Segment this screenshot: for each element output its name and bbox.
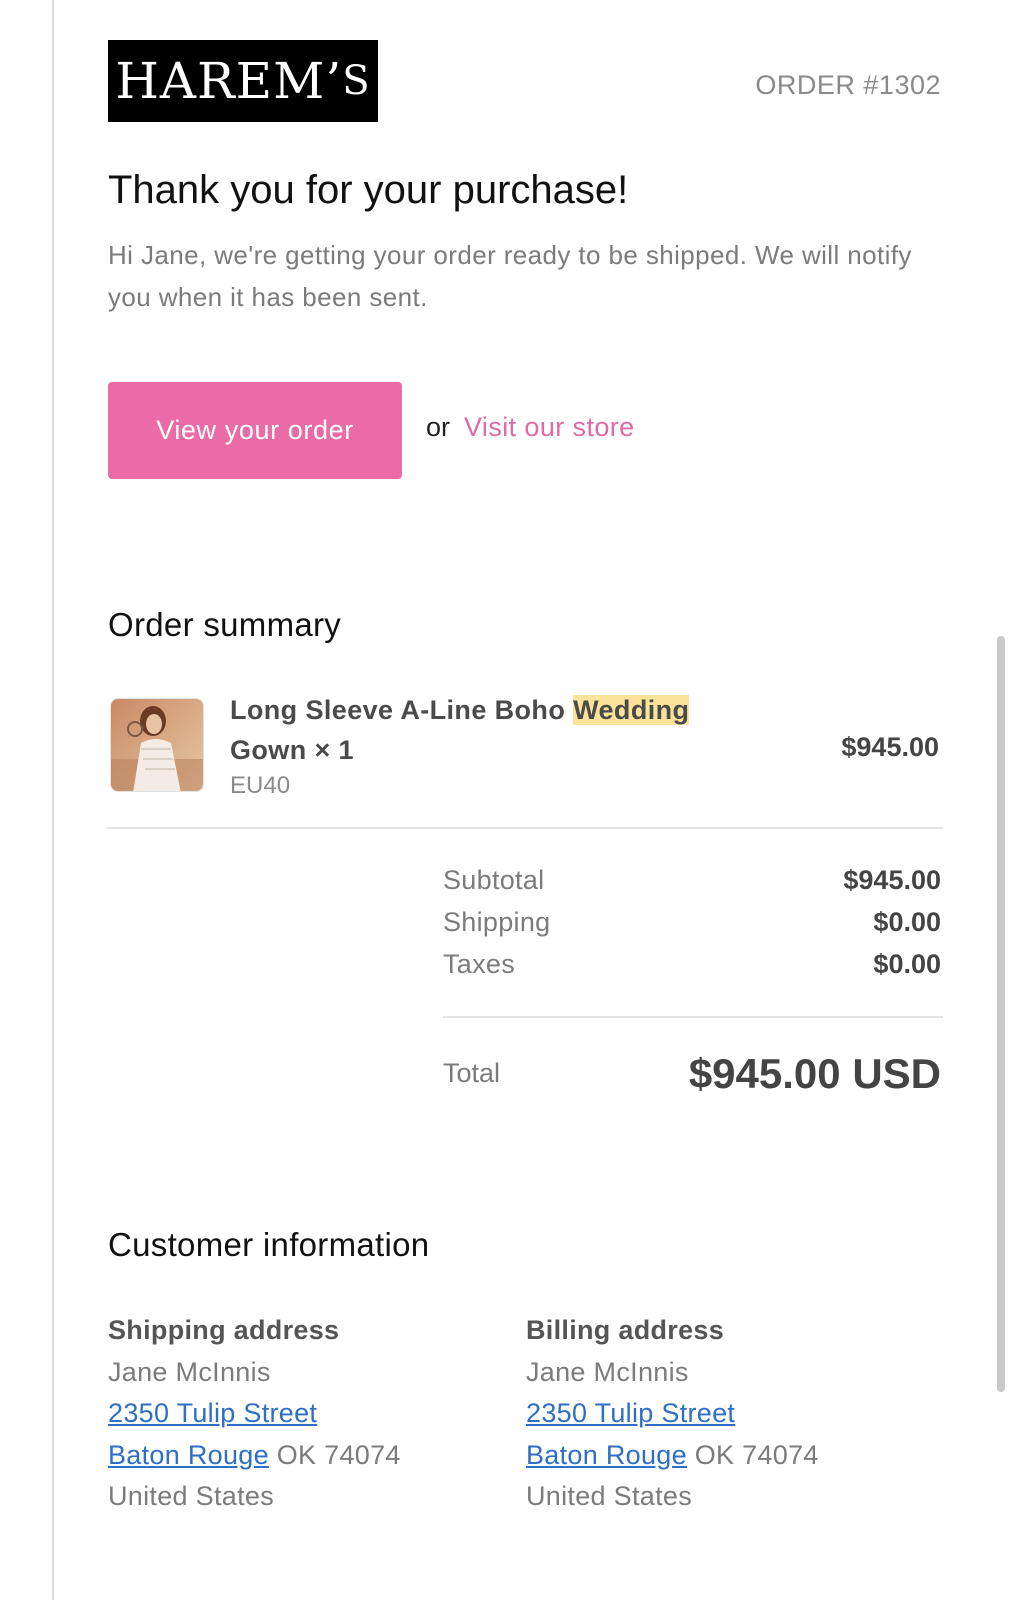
shipping-address-heading: Shipping address	[108, 1315, 340, 1345]
billing-address: Billing address Jane McInnis 2350 Tulip …	[526, 1310, 926, 1518]
shipping-address: Shipping address Jane McInnis 2350 Tulip…	[108, 1310, 508, 1518]
divider	[443, 1016, 943, 1018]
shipping-value: $0.00	[873, 907, 941, 937]
scrollbar[interactable]	[997, 636, 1005, 1392]
subtotal-value: $945.00	[843, 865, 941, 895]
product-name: Long Sleeve A-Line Boho Wedding Gown × 1	[230, 690, 750, 770]
store-logo[interactable]: H AREM’ S	[108, 40, 378, 122]
taxes-label: Taxes	[443, 949, 516, 979]
view-order-button[interactable]: View your order	[108, 382, 402, 479]
shipping-row: Shipping $0.00	[443, 907, 941, 938]
shipping-street-link[interactable]: 2350 Tulip Street	[108, 1398, 317, 1428]
product-name-quantity: Gown × 1	[230, 735, 354, 765]
or-text: or	[426, 412, 451, 442]
logo-letter-h: H	[115, 52, 160, 110]
total-value: $945.00 USD	[688, 1050, 941, 1097]
divider	[107, 827, 943, 829]
billing-name: Jane McInnis	[526, 1356, 689, 1387]
billing-address-heading: Billing address	[526, 1315, 725, 1345]
order-summary-heading: Order summary	[108, 606, 342, 643]
left-border	[52, 0, 54, 1600]
subtotal-label: Subtotal	[443, 865, 545, 895]
logo-letters: AREM	[159, 52, 326, 110]
total-label: Total	[443, 1058, 501, 1088]
subtotal-row: Subtotal $945.00	[443, 865, 941, 896]
page-title: Thank you for your purchase!	[108, 168, 629, 212]
billing-state-zip: OK 74074	[686, 1439, 819, 1470]
wedding-gown-photo-icon	[111, 699, 203, 791]
product-thumbnail[interactable]	[110, 698, 204, 792]
billing-street-link[interactable]: 2350 Tulip Street	[526, 1398, 735, 1428]
logo-apostrophe: ’	[325, 52, 343, 110]
billing-city-link[interactable]: Baton Rouge	[526, 1440, 687, 1470]
shipping-state-zip: OK 74074	[268, 1439, 401, 1470]
customer-info-heading: Customer information	[108, 1226, 430, 1263]
product-name-highlight: Wedding	[573, 695, 690, 725]
shipping-label: Shipping	[443, 907, 551, 937]
shipping-city-link[interactable]: Baton Rouge	[108, 1440, 269, 1470]
product-price: $945.00	[841, 732, 939, 762]
taxes-row: Taxes $0.00	[443, 949, 941, 980]
order-number: ORDER #1302	[755, 70, 941, 100]
product-name-part: Long Sleeve A-Line Boho	[230, 695, 574, 725]
product-variant: EU40	[230, 772, 291, 799]
visit-store-link[interactable]: Visit our store	[464, 412, 635, 443]
taxes-value: $0.00	[873, 949, 941, 979]
shipping-country: United States	[108, 1481, 274, 1511]
shipping-name: Jane McInnis	[108, 1356, 271, 1387]
billing-country: United States	[526, 1481, 692, 1511]
logo-letter-s: S	[342, 58, 371, 104]
intro-message: Hi Jane, we're getting your order ready …	[108, 240, 912, 312]
